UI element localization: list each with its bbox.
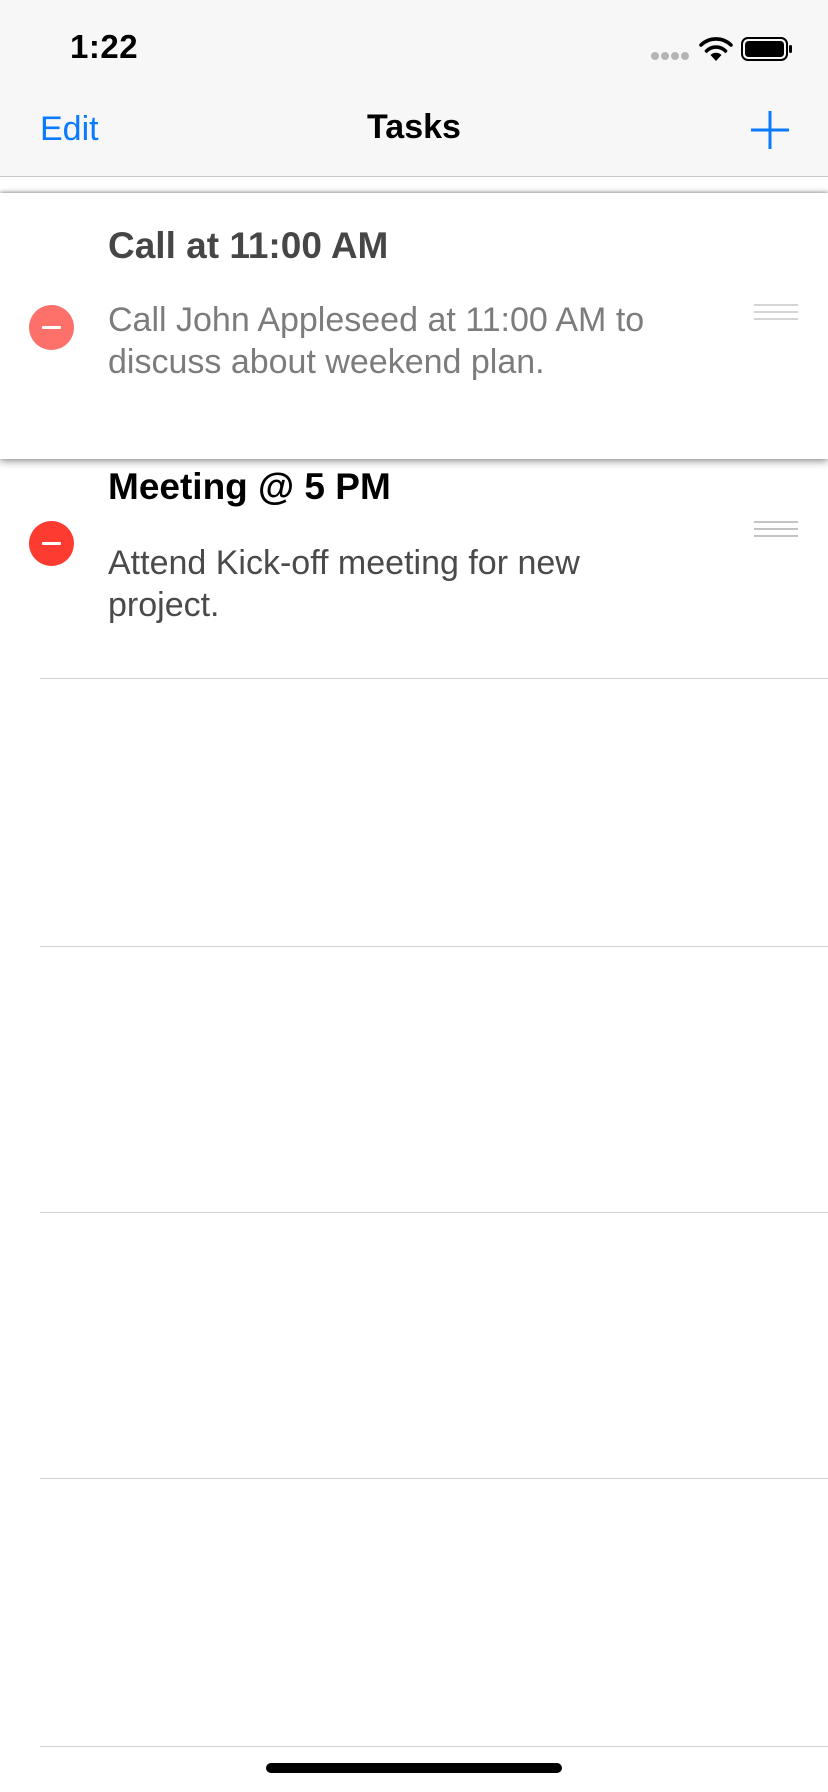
delete-button[interactable] [29,305,74,350]
row-separator [40,1212,828,1213]
battery-icon [741,37,792,61]
status-time: 1:22 [70,28,139,65]
task-row[interactable]: Meeting @ 5 PM Attend Kick-off meeting f… [0,459,828,678]
plus-icon [751,111,789,149]
minus-icon [42,542,61,545]
task-description: Call John Appleseed at 11:00 AM to discu… [108,301,645,381]
task-row[interactable]: Call at 11:00 AM Call John Appleseed at … [0,193,828,459]
add-task-button[interactable] [748,108,792,152]
home-indicator[interactable] [266,1763,562,1773]
row-separator [40,1478,828,1479]
reorder-handle-icon[interactable] [754,304,798,322]
page-title: Tasks [367,108,461,146]
wifi-icon [699,37,733,61]
task-description: Attend Kick-off meeting for new project. [108,544,580,624]
row-separator [40,1746,828,1747]
delete-button[interactable] [29,521,74,566]
row-separator [40,946,828,947]
row-separator [40,678,828,679]
task-list: Call at 11:00 AM Call John Appleseed at … [0,177,828,1792]
task-title: Meeting @ 5 PM [108,466,391,507]
signal-dots-icon [651,52,691,60]
minus-icon [42,326,61,329]
status-bar: 1:22 [0,0,828,88]
reorder-handle-icon[interactable] [754,521,798,539]
task-title: Call at 11:00 AM [108,225,389,266]
navigation-bar: Edit Tasks [0,88,828,177]
